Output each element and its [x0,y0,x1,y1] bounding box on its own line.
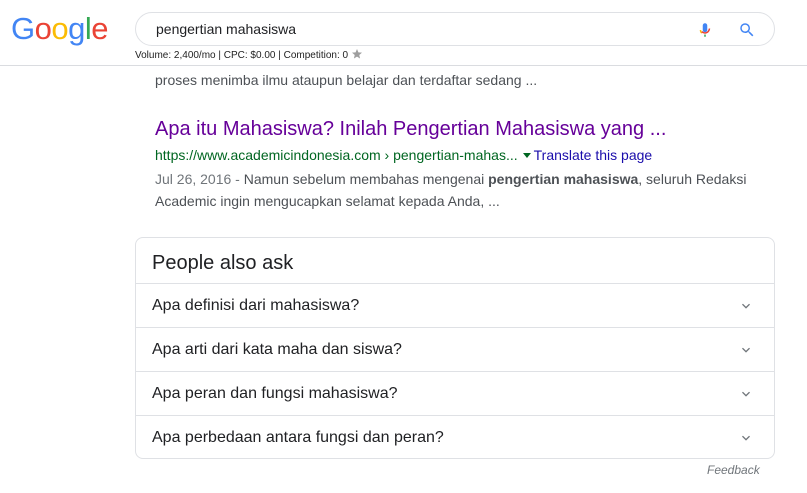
result-snippet: Jul 26, 2016 - Namun sebelum membahas me… [155,168,765,212]
chevron-down-icon[interactable] [738,342,754,358]
people-also-ask-panel: People also ask Apa definisi dari mahasi… [135,237,775,459]
snippet-text: Namun sebelum membahas mengenai [243,171,489,187]
feedback-link[interactable]: Feedback [707,462,760,478]
keyword-stats-text: Volume: 2,400/mo | CPC: $0.00 | Competit… [135,50,349,61]
dropdown-arrow-icon[interactable] [522,153,531,158]
result-url-line: https://www.academicindonesia.com › peng… [155,145,795,165]
logo-letter: o [51,11,69,46]
date-separator: - [231,171,244,187]
search-input[interactable] [156,13,676,45]
paa-question-label: Apa arti dari kata maha dan siswa? [152,341,402,358]
result-url[interactable]: https://www.academicindonesia.com › peng… [155,147,518,163]
people-also-ask-title: People also ask [152,252,294,274]
result-date: Jul 26, 2016 [155,171,232,187]
chevron-down-icon[interactable] [738,386,754,402]
previous-result-snippet: proses menimba ilmu ataupun belajar dan … [155,72,538,88]
mic-icon[interactable] [696,20,714,40]
result-title-link[interactable]: Apa itu Mahasiswa? Inilah Pengertian Mah… [155,116,795,142]
snippet-highlight: pengertian mahasiswa [488,171,639,187]
paa-question[interactable]: Apa arti dari kata maha dan siswa? [136,327,774,371]
paa-question[interactable]: Apa peran dan fungsi mahasiswa? [136,371,774,415]
chevron-down-icon[interactable] [738,430,754,446]
logo-letter: o [34,11,52,46]
search-result: Apa itu Mahasiswa? Inilah Pengertian Mah… [155,116,795,212]
translate-page-link[interactable]: Translate this page [534,147,653,163]
google-logo[interactable]: Google [11,11,109,46]
logo-letter: e [91,11,109,46]
chevron-down-icon[interactable] [738,298,754,314]
header-bar: Google Volume: 2,400/mo | CPC: $0.00 | C… [0,0,807,66]
logo-letter: g [68,11,85,46]
paa-question[interactable]: Apa perbedaan antara fungsi dan peran? [136,415,774,459]
paa-question-label: Apa peran dan fungsi mahasiswa? [152,385,398,402]
paa-question-label: Apa perbedaan antara fungsi dan peran? [152,429,444,446]
logo-letter: G [11,11,35,46]
search-icon[interactable] [738,21,756,39]
paa-question-label: Apa definisi dari mahasiswa? [152,297,360,314]
star-icon[interactable] [351,48,363,60]
paa-question[interactable]: Apa definisi dari mahasiswa? [136,283,774,327]
keyword-stats: Volume: 2,400/mo | CPC: $0.00 | Competit… [135,48,363,61]
search-box [135,12,775,46]
